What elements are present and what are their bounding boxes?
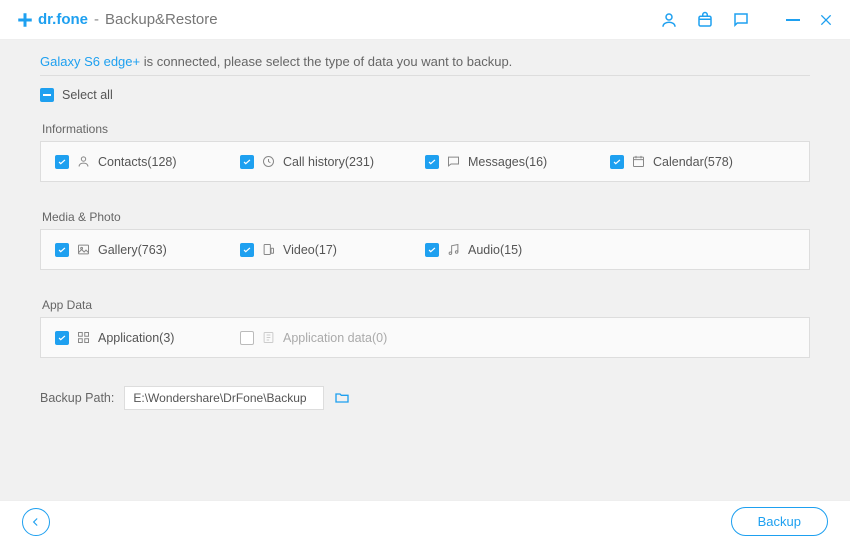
item-checkbox[interactable] [55, 155, 69, 169]
backup-button[interactable]: Backup [731, 507, 828, 536]
logo-plus-icon [16, 11, 34, 29]
data-type-item[interactable]: Audio(15) [425, 242, 610, 257]
appdata-icon [261, 330, 276, 345]
titlebar: dr.fone - Backup&Restore [0, 0, 850, 40]
audio-icon [446, 242, 461, 257]
category-block: App Data Application(3) Application data(0… [40, 298, 810, 358]
app-icon [76, 330, 91, 345]
data-type-item[interactable]: Calendar(578) [610, 154, 795, 169]
select-all-label: Select all [62, 88, 113, 102]
user-icon[interactable] [660, 11, 678, 29]
brand-name: dr.fone [38, 11, 88, 28]
history-icon [261, 154, 276, 169]
backup-path-label: Backup Path: [40, 391, 114, 405]
browse-folder-button[interactable] [334, 390, 350, 406]
item-checkbox[interactable] [425, 155, 439, 169]
item-label: Application data(0) [283, 331, 387, 345]
calendar-icon [631, 154, 646, 169]
data-type-item[interactable]: Video(17) [240, 242, 425, 257]
minimize-button[interactable] [786, 19, 800, 21]
close-button[interactable] [818, 12, 834, 28]
back-button[interactable] [22, 508, 50, 536]
divider [40, 75, 810, 76]
status-message: is connected, please select the type of … [140, 54, 512, 69]
item-label: Contacts(128) [98, 155, 177, 169]
category-title: Media & Photo [42, 210, 810, 224]
item-checkbox[interactable] [55, 331, 69, 345]
item-label: Messages(16) [468, 155, 547, 169]
data-type-item[interactable]: Application(3) [55, 330, 240, 345]
category-block: Media & Photo Gallery(763) Video(17) Audio(… [40, 210, 810, 270]
category-title: App Data [42, 298, 810, 312]
item-label: Call history(231) [283, 155, 374, 169]
backup-path-row: Backup Path: [40, 386, 810, 410]
package-icon[interactable] [696, 11, 714, 29]
app-logo: dr.fone [16, 11, 88, 29]
title-separator: - [94, 11, 99, 28]
item-checkbox[interactable] [610, 155, 624, 169]
select-all-row[interactable]: Select all [40, 88, 810, 102]
data-type-item: Application data(0) [240, 330, 425, 345]
feedback-icon[interactable] [732, 11, 750, 29]
item-label: Gallery(763) [98, 243, 167, 257]
page-title: Backup&Restore [105, 11, 218, 28]
item-label: Application(3) [98, 331, 174, 345]
message-icon [446, 154, 461, 169]
item-label: Calendar(578) [653, 155, 733, 169]
data-type-item[interactable]: Messages(16) [425, 154, 610, 169]
item-checkbox[interactable] [240, 155, 254, 169]
video-icon [261, 242, 276, 257]
main-content: Galaxy S6 edge+ is connected, please sel… [0, 40, 850, 500]
status-line: Galaxy S6 edge+ is connected, please sel… [40, 54, 810, 69]
footer: Backup [0, 500, 850, 542]
category-box: Gallery(763) Video(17) Audio(15) [40, 229, 810, 270]
contact-icon [76, 154, 91, 169]
category-block: Informations Contacts(128) Call history(23… [40, 122, 810, 182]
backup-path-input[interactable] [124, 386, 324, 410]
item-label: Video(17) [283, 243, 337, 257]
data-type-item[interactable]: Contacts(128) [55, 154, 240, 169]
item-checkbox[interactable] [425, 243, 439, 257]
category-title: Informations [42, 122, 810, 136]
item-checkbox[interactable] [55, 243, 69, 257]
data-type-item[interactable]: Gallery(763) [55, 242, 240, 257]
item-label: Audio(15) [468, 243, 522, 257]
item-checkbox[interactable] [240, 243, 254, 257]
category-box: Application(3) Application data(0) [40, 317, 810, 358]
data-type-item[interactable]: Call history(231) [240, 154, 425, 169]
device-name: Galaxy S6 edge+ [40, 54, 140, 69]
select-all-checkbox[interactable] [40, 88, 54, 102]
item-checkbox [240, 331, 254, 345]
gallery-icon [76, 242, 91, 257]
category-box: Contacts(128) Call history(231) Messages(1… [40, 141, 810, 182]
